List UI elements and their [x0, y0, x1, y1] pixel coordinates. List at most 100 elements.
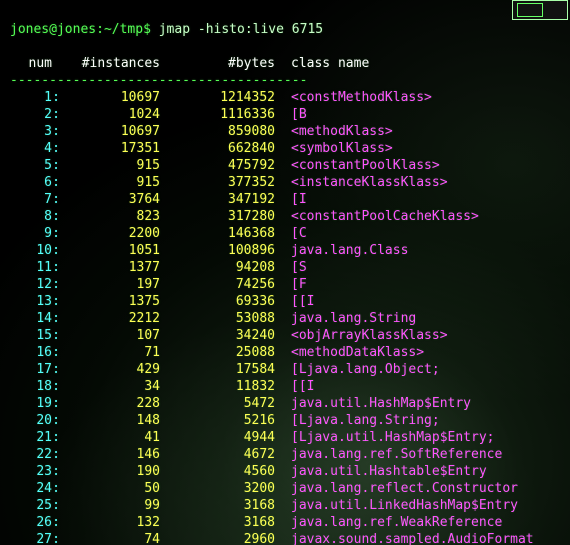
row-colon: : [52, 412, 60, 429]
row-bytes: 53088 [160, 310, 275, 327]
row-colon: : [52, 310, 60, 327]
prompt-user: jones [10, 22, 49, 37]
row-instances: 74 [60, 531, 160, 545]
row-class: [S [291, 259, 307, 276]
histogram-row: 7:3764347192[I [10, 191, 566, 208]
row-class: [C [291, 225, 307, 242]
row-instances: 429 [60, 361, 160, 378]
row-bytes: 377352 [160, 174, 275, 191]
row-colon: : [52, 259, 60, 276]
row-colon: : [52, 225, 60, 242]
row-class: java.lang.ref.WeakReference [291, 514, 502, 531]
row-instances: 10697 [60, 89, 160, 106]
row-instances: 197 [60, 276, 160, 293]
row-class: <symbolKlass> [291, 140, 393, 157]
row-num: 11 [10, 259, 52, 276]
row-class: java.lang.String [291, 310, 416, 327]
row-colon: : [52, 378, 60, 395]
row-bytes: 69336 [160, 293, 275, 310]
terminal-window[interactable]: jones@jones:~/tmp$ jmap -histo:live 6715… [0, 0, 570, 545]
prompt-sep-colon: : [96, 22, 104, 37]
histogram-row: 27:742960javax.sound.sampled.AudioFormat [10, 531, 566, 545]
histogram-row: 24:503200java.lang.reflect.Constructor [10, 480, 566, 497]
histogram-row: 8:823317280<constantPoolCacheKlass> [10, 208, 566, 225]
histogram-row: 5:915475792<constantPoolKlass> [10, 157, 566, 174]
histogram-row: 18:3411832[[I [10, 378, 566, 395]
row-num: 25 [10, 497, 52, 514]
row-instances: 1375 [60, 293, 160, 310]
row-instances: 2200 [60, 225, 160, 242]
row-instances: 2212 [60, 310, 160, 327]
row-colon: : [52, 123, 60, 140]
row-class: java.util.LinkedHashMap$Entry [291, 497, 518, 514]
histogram-row: 10:1051100896java.lang.Class [10, 242, 566, 259]
row-bytes: 34240 [160, 327, 275, 344]
row-instances: 1377 [60, 259, 160, 276]
row-instances: 190 [60, 463, 160, 480]
row-bytes: 3168 [160, 514, 275, 531]
header-num: num [10, 55, 52, 72]
row-class: javax.sound.sampled.AudioFormat [291, 531, 534, 545]
row-num: 19 [10, 395, 52, 412]
row-colon: : [52, 463, 60, 480]
row-num: 21 [10, 429, 52, 446]
row-instances: 34 [60, 378, 160, 395]
histogram-row: 22:1464672java.lang.ref.SoftReference [10, 446, 566, 463]
row-bytes: 25088 [160, 344, 275, 361]
row-num: 10 [10, 242, 52, 259]
prompt-sep-at: @ [49, 22, 57, 37]
row-bytes: 3168 [160, 497, 275, 514]
row-colon: : [52, 344, 60, 361]
row-instances: 41 [60, 429, 160, 446]
row-colon: : [52, 480, 60, 497]
row-colon: : [52, 106, 60, 123]
row-colon: : [52, 157, 60, 174]
row-bytes: 475792 [160, 157, 275, 174]
row-num: 27 [10, 531, 52, 545]
histogram-row: 6:915377352<instanceKlassKlass> [10, 174, 566, 191]
row-bytes: 1214352 [160, 89, 275, 106]
row-num: 18 [10, 378, 52, 395]
row-class: [[I [291, 378, 314, 395]
row-class: java.lang.reflect.Constructor [291, 480, 518, 497]
row-instances: 107 [60, 327, 160, 344]
row-num: 4 [10, 140, 52, 157]
row-class: [[I [291, 293, 314, 310]
row-class: java.util.HashMap$Entry [291, 395, 471, 412]
row-class: [Ljava.util.HashMap$Entry; [291, 429, 495, 446]
row-num: 14 [10, 310, 52, 327]
row-class: <methodKlass> [291, 123, 393, 140]
histogram-row: 15:10734240<objArrayKlassKlass> [10, 327, 566, 344]
row-instances: 228 [60, 395, 160, 412]
histogram-row: 19:2285472java.util.HashMap$Entry [10, 395, 566, 412]
row-bytes: 146368 [160, 225, 275, 242]
histogram-rows: 1:106971214352<constMethodKlass>2:102411… [10, 89, 566, 545]
row-num: 2 [10, 106, 52, 123]
row-num: 6 [10, 174, 52, 191]
histogram-row: 4:17351662840<symbolKlass> [10, 140, 566, 157]
row-num: 17 [10, 361, 52, 378]
row-instances: 915 [60, 174, 160, 191]
histogram-row: 26:1323168java.lang.ref.WeakReference [10, 514, 566, 531]
row-num: 24 [10, 480, 52, 497]
row-class: [I [291, 191, 307, 208]
histogram-row: 9:2200146368[C [10, 225, 566, 242]
row-bytes: 5216 [160, 412, 275, 429]
row-instances: 132 [60, 514, 160, 531]
row-class: [Ljava.lang.String; [291, 412, 440, 429]
header-class: class name [291, 55, 369, 72]
row-num: 1 [10, 89, 52, 106]
row-colon: : [52, 429, 60, 446]
row-class: <objArrayKlassKlass> [291, 327, 448, 344]
histogram-row: 2:10241116336[B [10, 106, 566, 123]
terminal-output[interactable]: jones@jones:~/tmp$ jmap -histo:live 6715… [0, 0, 570, 545]
row-num: 3 [10, 123, 52, 140]
prompt-host: jones [57, 22, 96, 37]
row-class: java.util.Hashtable$Entry [291, 463, 487, 480]
row-num: 13 [10, 293, 52, 310]
row-num: 22 [10, 446, 52, 463]
prompt-cwd: ~/tmp [104, 22, 143, 37]
row-num: 7 [10, 191, 52, 208]
histogram-row: 12:19774256[F [10, 276, 566, 293]
row-num: 16 [10, 344, 52, 361]
